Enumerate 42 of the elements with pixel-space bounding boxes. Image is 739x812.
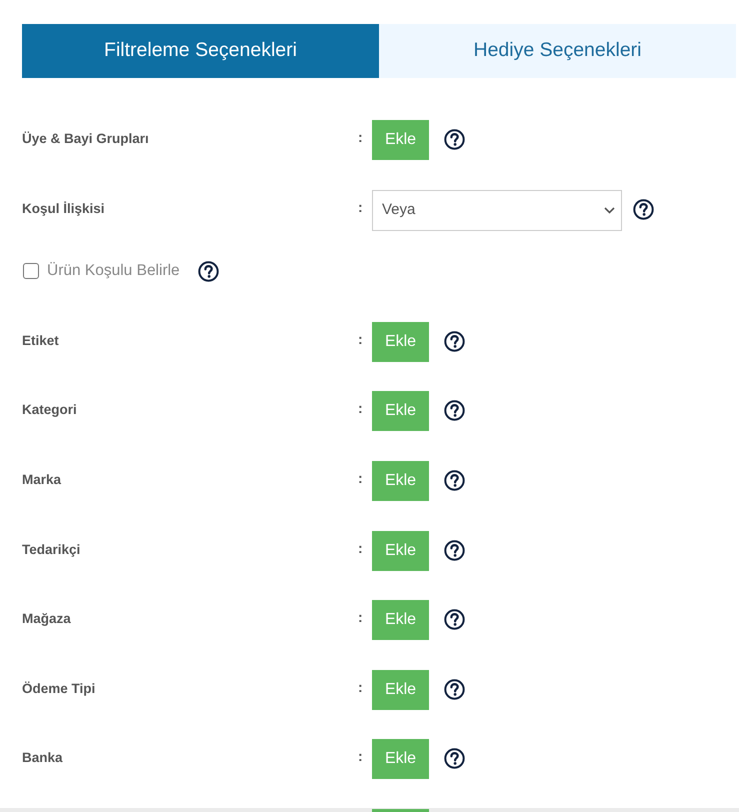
field-label: Tedarikçi	[22, 542, 80, 557]
field-label: Mağaza	[22, 611, 71, 626]
add-button[interactable]: Ekle	[372, 120, 429, 160]
help-icon[interactable]	[633, 198, 654, 220]
colon-separator: :	[358, 748, 363, 764]
add-button[interactable]: Ekle	[372, 391, 429, 432]
colon-separator: :	[358, 330, 363, 347]
field-label: Marka	[22, 472, 62, 487]
field-label: Kategori	[22, 402, 77, 418]
help-icon[interactable]	[444, 129, 465, 150]
colon-separator: :	[358, 400, 363, 416]
colon-separator: :	[358, 470, 363, 486]
colon-separator: :	[358, 609, 363, 626]
checkbox-label[interactable]: Ürün Koşulu Belirle	[47, 261, 180, 282]
colon-separator: :	[358, 129, 363, 145]
field-label: Üye & Bayi Grupları	[22, 131, 149, 146]
help-icon[interactable]	[444, 470, 465, 491]
add-button[interactable]: Ekle	[372, 460, 429, 501]
add-button[interactable]: Ekle	[372, 322, 429, 362]
colon-separator: :	[358, 198, 363, 215]
help-icon[interactable]	[444, 678, 465, 700]
help-icon[interactable]	[444, 609, 465, 630]
field-label: Etiket	[22, 332, 59, 348]
tab[interactable]: Filtreleme Seçenekleri	[22, 24, 379, 78]
field-label: Ödeme Tipi	[22, 680, 96, 696]
colon-separator: :	[358, 678, 363, 695]
add-button[interactable]: Ekle	[372, 670, 429, 710]
add-button[interactable]: Ekle	[372, 600, 429, 640]
add-button[interactable]: Ekle	[372, 739, 429, 780]
field-label: Koşul İlişkisi	[22, 200, 105, 216]
help-icon[interactable]	[444, 540, 465, 561]
chevron-down-icon	[604, 206, 615, 214]
tab[interactable]: Hediye Seçenekleri	[379, 24, 736, 78]
add-button[interactable]: Ekle	[372, 530, 429, 571]
colon-separator: :	[358, 540, 363, 556]
checkbox[interactable]	[23, 263, 39, 280]
help-icon[interactable]	[444, 330, 465, 352]
select-dropdown[interactable]: Veya	[372, 190, 622, 231]
help-icon[interactable]	[444, 748, 465, 770]
help-icon[interactable]	[444, 400, 465, 422]
field-label: Banka	[22, 750, 63, 766]
help-icon[interactable]	[198, 260, 219, 282]
